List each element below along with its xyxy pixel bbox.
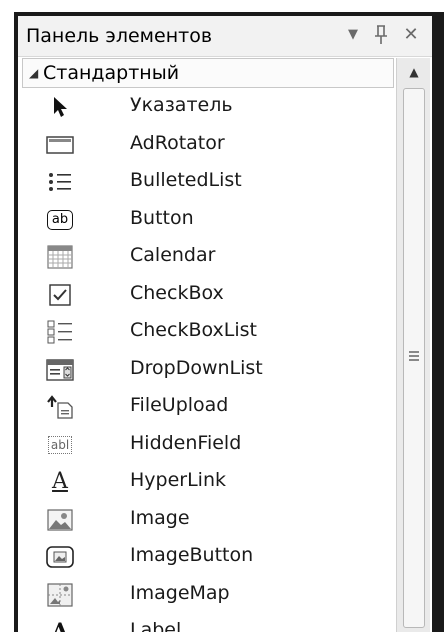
pin-icon[interactable] — [370, 20, 392, 50]
item-label: BulletedList — [130, 169, 242, 191]
button-icon-text: ab — [46, 209, 74, 230]
toolbox-item-hyperlink[interactable]: A HyperLink — [18, 463, 394, 501]
hyperlink-icon-text: A — [52, 469, 68, 494]
item-label: Label — [130, 619, 182, 632]
toolbox-item-checkboxlist[interactable]: CheckBoxList — [18, 313, 394, 351]
group-label: Стандартный — [43, 62, 180, 84]
dropdown-list-icon — [42, 357, 78, 383]
grip-icon — [409, 351, 419, 363]
toolbox-item-bulletedlist[interactable]: BulletedList — [18, 163, 394, 201]
item-label: FileUpload — [130, 394, 229, 416]
label-icon-text: A — [51, 619, 69, 632]
hidden-field-icon: abl — [42, 432, 78, 458]
item-label: CheckBox — [130, 281, 224, 304]
calendar-icon — [42, 244, 78, 270]
item-label: Calendar — [130, 244, 216, 266]
toolbox-item-imagebutton[interactable]: ImageButton — [18, 538, 394, 576]
item-label: ImageButton — [130, 544, 254, 566]
item-label: AdRotator — [130, 131, 225, 154]
checkbox-icon — [42, 282, 78, 308]
hidden-field-icon-text: abl — [47, 435, 73, 454]
hyperlink-icon: A — [42, 469, 78, 495]
toolbox-item-button[interactable]: ab Button — [18, 201, 394, 239]
label-icon: A — [42, 619, 78, 632]
bulleted-list-icon — [42, 169, 78, 195]
item-label: CheckBoxList — [130, 319, 257, 341]
checkbox-list-icon — [42, 319, 78, 345]
toolbox-item-pointer[interactable]: Указатель — [18, 88, 394, 126]
item-label: HyperLink — [130, 469, 227, 491]
button-icon: ab — [42, 207, 78, 233]
toolbox-item-adrotator[interactable]: AdRotator — [18, 126, 394, 164]
item-label: Button — [130, 206, 194, 229]
toolbox-item-label[interactable]: A Label — [18, 613, 394, 632]
panel-titlebar: Панель элементов ▼ ✕ — [18, 16, 432, 57]
adrotator-icon — [42, 132, 78, 158]
toolbox-item-list: Указатель AdRotator BulletedList ab Butt… — [18, 88, 394, 632]
toolbox-item-calendar[interactable]: Calendar — [18, 238, 394, 276]
toolbox-panel: Панель элементов ▼ ✕ ◢ Стандартный Указа… — [18, 16, 432, 632]
item-label: DropDownList — [130, 356, 263, 379]
toolbox-item-imagemap[interactable]: ImageMap — [18, 576, 394, 614]
toolbox-item-image[interactable]: Image — [18, 501, 394, 539]
item-label: Указатель — [130, 94, 233, 116]
item-label: Image — [130, 506, 190, 529]
item-label: HiddenField — [130, 431, 242, 454]
toolbox-item-hiddenfield[interactable]: abl HiddenField — [18, 426, 394, 464]
toolbox-item-fileupload[interactable]: FileUpload — [18, 388, 394, 426]
image-button-icon — [42, 544, 78, 570]
image-icon — [42, 507, 78, 533]
toolbox-item-checkbox[interactable]: CheckBox — [18, 276, 394, 314]
group-header-standard[interactable]: ◢ Стандартный — [22, 58, 394, 88]
vertical-scrollbar[interactable]: ▲ — [396, 58, 430, 632]
panel-title: Панель элементов — [26, 25, 213, 47]
item-label: ImageMap — [130, 581, 230, 604]
image-map-icon — [42, 582, 78, 608]
toolbox-item-dropdownlist[interactable]: DropDownList — [18, 351, 394, 389]
file-upload-icon — [42, 394, 78, 420]
dropdown-arrow-icon[interactable]: ▼ — [342, 20, 364, 50]
expand-arrow-icon[interactable]: ◢ — [29, 66, 38, 80]
close-icon[interactable]: ✕ — [400, 20, 422, 50]
pointer-icon — [42, 94, 78, 120]
scroll-up-arrow-icon[interactable]: ▲ — [403, 60, 425, 84]
scrollbar-thumb[interactable] — [403, 88, 425, 628]
